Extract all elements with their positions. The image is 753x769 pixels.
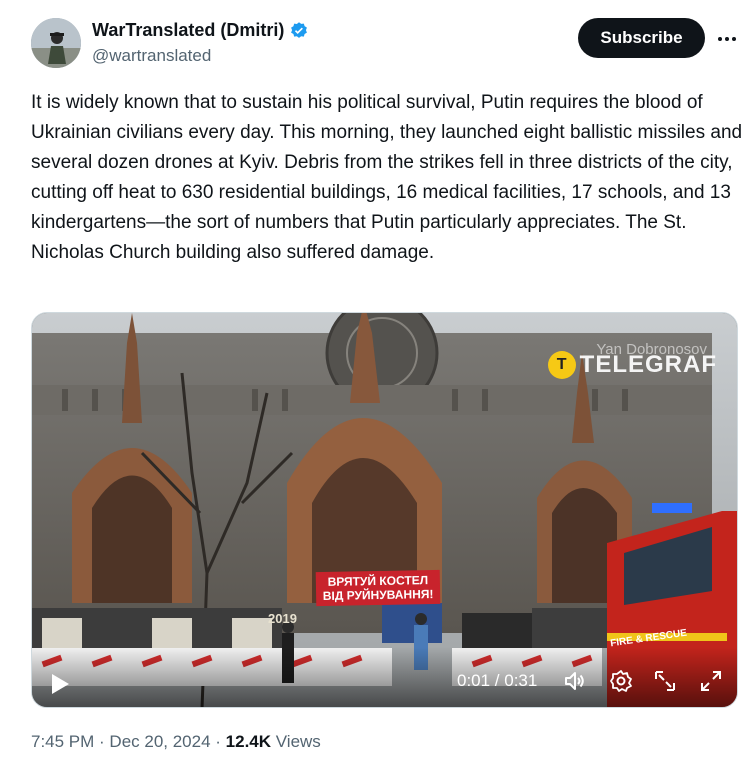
telegraf-logo-icon: T — [547, 351, 576, 379]
watermark: T TELEGRAF — [547, 351, 717, 379]
meta-separator: · — [94, 732, 110, 751]
video-player[interactable]: Yan Dobronosov T TELEGRAF ВРЯТУЙ КОСТЕЛ … — [31, 312, 738, 708]
meta-separator-2: · — [210, 732, 226, 751]
avatar[interactable] — [31, 18, 81, 68]
watermark-brand: TELEGRAF — [579, 351, 717, 378]
pip-icon[interactable] — [653, 669, 677, 693]
fullscreen-icon[interactable] — [699, 669, 723, 693]
settings-icon[interactable] — [609, 669, 633, 693]
tweet-date[interactable]: Dec 20, 2024 — [109, 732, 210, 751]
volume-icon[interactable] — [563, 669, 587, 693]
author-name-row[interactable]: WarTranslated (Dmitri) — [92, 20, 309, 41]
verified-badge-icon — [291, 21, 308, 38]
sign-line-2: ВІД РУЙНУВАННЯ! — [322, 587, 434, 603]
handle[interactable]: @wartranslated — [92, 46, 211, 66]
display-name[interactable]: WarTranslated (Dmitri) — [92, 20, 284, 41]
views-count: 12.4K — [225, 732, 272, 751]
protest-sign: ВРЯТУЙ КОСТЕЛ ВІД РУЙНУВАННЯ! — [315, 569, 441, 607]
avatar-image — [31, 18, 81, 68]
tweet-text: It is widely known that to sustain his p… — [31, 92, 743, 263]
more-dots-icon[interactable] — [712, 24, 742, 54]
play-icon[interactable] — [50, 673, 70, 695]
banner-year: 2019 — [268, 611, 297, 626]
subscribe-button[interactable]: Subscribe — [578, 18, 705, 58]
views-label: Views — [271, 732, 321, 751]
video-controls: 0:01 / 0:31 — [32, 647, 737, 707]
tweet-time[interactable]: 7:45 PM — [31, 732, 94, 751]
tweet-meta: 7:45 PM · Dec 20, 2024 · 12.4K Views — [31, 732, 321, 752]
time-display: 0:01 / 0:31 — [457, 671, 538, 690]
